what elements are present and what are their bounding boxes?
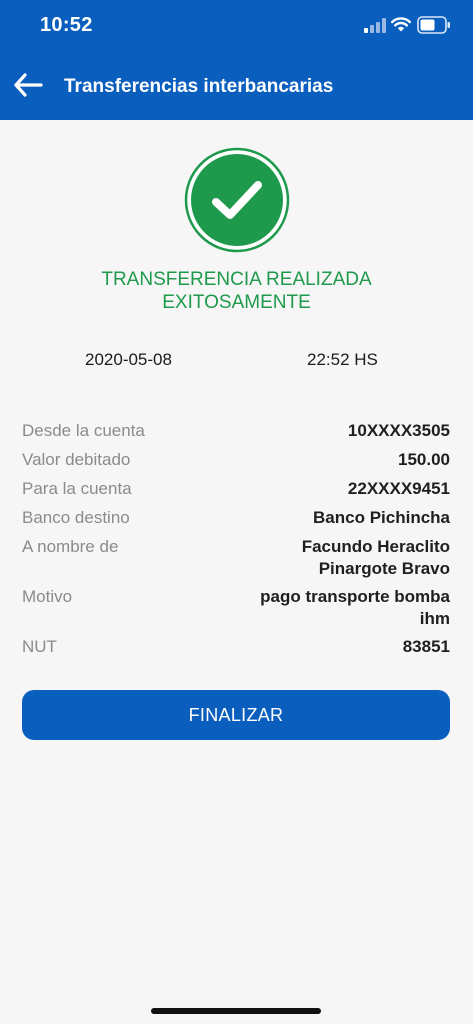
detail-label: Banco destino [22,508,130,527]
transaction-time: 22:52 HS [307,350,378,369]
detail-value: Banco Pichincha [313,508,450,527]
detail-row-destination-account: Para la cuenta 22XXXX9451 [22,478,450,507]
success-message-line2: EXITOSAMENTE [162,292,311,313]
status-time: 10:52 [40,14,93,36]
detail-label: NUT [22,637,57,656]
home-indicator[interactable] [151,1008,321,1014]
transfer-details: Desde la cuenta 10XXXX3505 Valor debitad… [22,420,450,665]
transaction-date: 2020-05-08 [85,350,172,369]
finalize-button[interactable]: FINALIZAR [22,690,450,740]
detail-value: 22XXXX9451 [347,479,450,498]
detail-row-destination-bank: Banco destino Banco Pichincha [22,507,450,536]
detail-value-line1: Facundo Heraclito [301,537,450,556]
detail-value-line2: ihm [419,609,450,628]
detail-label: A nombre de [22,537,119,556]
success-message-line1: TRANSFERENCIA REALIZADA [101,269,372,290]
detail-label: Valor debitado [22,450,131,469]
detail-row-source-account: Desde la cuenta 10XXXX3505 [22,420,450,449]
detail-label: Desde la cuenta [22,421,145,440]
detail-label: Motivo [22,587,73,606]
detail-value-line2: Pinargote Bravo [318,559,450,578]
detail-value: Facundo Heraclito Pinargote Bravo [302,536,450,580]
detail-row-amount: Valor debitado 150.00 [22,449,450,478]
app-header: 10:52 Transferencias interbancarias [0,0,473,120]
navigation-bar: Transferencias interbancarias [0,60,473,114]
status-bar: 10:52 [0,0,473,54]
detail-value: 150.00 [398,450,450,469]
wifi-icon [391,17,411,32]
detail-value: pago transporte bomba ihm [260,586,450,630]
cellular-signal-icon [364,18,386,33]
checkmark-circle-icon [184,147,290,253]
back-arrow-icon[interactable] [12,70,46,100]
page-title: Transferencias interbancarias [64,76,334,97]
detail-row-reason: Motivo pago transporte bomba ihm [22,586,450,636]
battery-icon [417,16,450,34]
detail-value: 10XXXX3505 [347,421,450,440]
detail-row-nut: NUT 83851 [22,636,450,665]
detail-value: 83851 [402,637,450,656]
detail-value-line1: pago transporte bomba [260,587,450,606]
transfer-confirmation-screen: 10:52 Transferencias interbancarias TRAN… [0,0,473,1024]
detail-row-beneficiary: A nombre de Facundo Heraclito Pinargote … [22,536,450,586]
success-message: TRANSFERENCIA REALIZADA EXITOSAMENTE [0,268,473,314]
detail-label: Para la cuenta [22,479,132,498]
